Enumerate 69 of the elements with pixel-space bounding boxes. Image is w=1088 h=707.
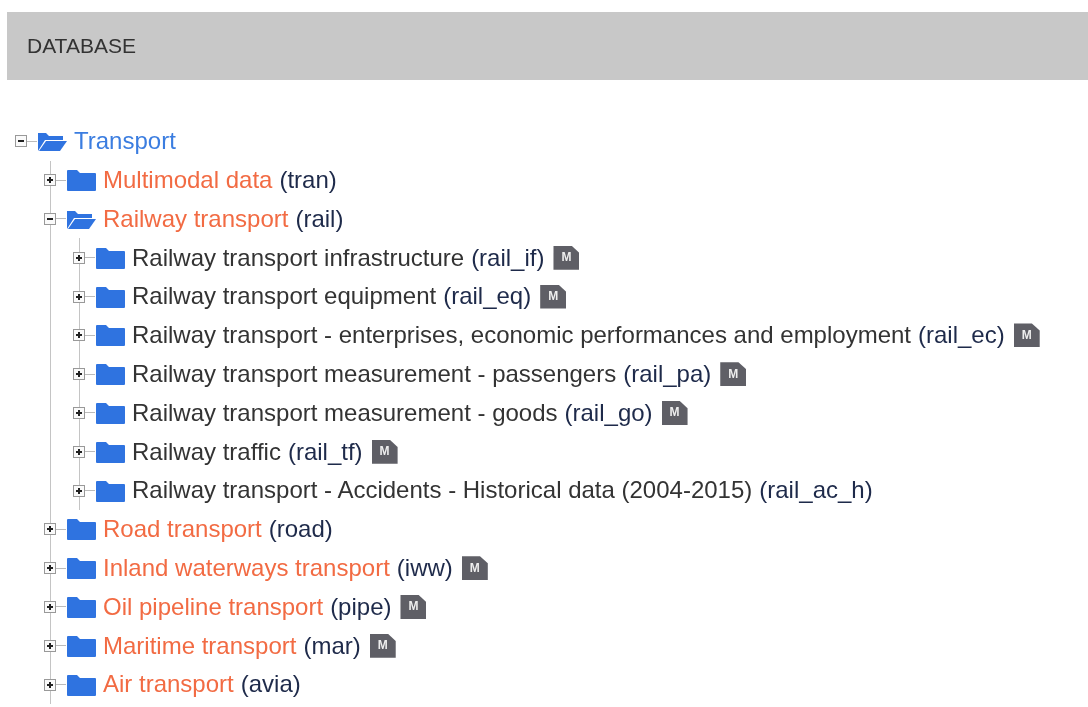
expand-toggle[interactable] — [44, 174, 56, 187]
open-folder-icon — [37, 130, 68, 153]
folder-label[interactable]: Transport — [74, 128, 176, 155]
folder-label[interactable]: Railway transport measurement - passengers — [132, 361, 617, 388]
folder-icon — [95, 246, 126, 269]
expand-toggle[interactable] — [44, 562, 56, 575]
folder-icon — [66, 518, 97, 541]
expand-toggle[interactable] — [73, 445, 85, 458]
metadata-icon[interactable]: M — [369, 633, 396, 658]
folder-icon — [95, 363, 126, 386]
folder-icon — [95, 440, 126, 463]
metadata-icon[interactable]: M — [540, 284, 567, 309]
folder-icon — [66, 169, 97, 192]
folder-icon — [66, 595, 97, 618]
dataset-code: (iww) — [396, 554, 453, 582]
open-folder-icon — [66, 208, 97, 230]
folder-label[interactable]: Oil pipeline transport — [103, 593, 324, 621]
folder-label[interactable]: Railway transport measurement - goods — [132, 399, 558, 427]
expand-toggle[interactable] — [44, 213, 56, 225]
dataset-code: (mar) — [303, 632, 361, 659]
folder-label[interactable]: Inland waterways transport — [103, 554, 390, 582]
metadata-icon[interactable]: M — [661, 400, 688, 425]
folder-icon — [66, 634, 97, 657]
metadata-icon[interactable]: M — [371, 439, 398, 464]
folder-icon — [95, 285, 126, 308]
folder-icon — [95, 324, 126, 347]
metadata-icon[interactable]: M — [1013, 323, 1040, 348]
dataset-code: (rail_if) — [471, 244, 545, 271]
header-title: DATABASE — [27, 34, 136, 58]
folder-label[interactable]: Multimodal data — [103, 167, 273, 194]
folder-label[interactable]: Air transport — [103, 671, 234, 698]
dataset-code: (rail_tf) — [287, 438, 363, 465]
dataset-code: (rail_ec) — [918, 322, 1005, 349]
expand-toggle[interactable] — [73, 251, 85, 264]
folder-label[interactable]: Railway transport — [103, 205, 289, 233]
expand-toggle[interactable] — [73, 290, 85, 303]
dataset-code: (rail_eq) — [443, 283, 532, 310]
dataset-code: (rail_go) — [564, 399, 653, 427]
folder-label[interactable]: Railway traffic — [132, 438, 281, 465]
expand-toggle[interactable] — [73, 329, 85, 342]
metadata-icon[interactable]: M — [720, 362, 747, 387]
dataset-code: (rail_ac_h) — [759, 477, 873, 504]
folder-label[interactable]: Maritime transport — [103, 632, 297, 659]
expand-toggle[interactable] — [15, 135, 27, 148]
metadata-icon[interactable]: M — [553, 245, 580, 270]
metadata-icon[interactable]: M — [461, 556, 488, 581]
expand-toggle[interactable] — [73, 406, 85, 419]
dataset-code: (pipe) — [330, 593, 392, 621]
folder-label[interactable]: Railway transport - enterprises, economic performances and employment — [132, 322, 911, 349]
dataset-code: (rail) — [295, 205, 344, 233]
expand-toggle[interactable] — [73, 368, 85, 381]
folder-icon — [66, 673, 97, 696]
folder-icon — [95, 479, 126, 502]
dataset-code: (avia) — [240, 671, 301, 698]
expand-toggle[interactable] — [44, 523, 56, 536]
dataset-code: (tran) — [279, 167, 337, 194]
folder-icon — [66, 557, 97, 580]
folder-icon — [95, 401, 126, 424]
folder-label[interactable]: Railway transport - Accidents - Historical data (2004-2015) — [132, 477, 753, 504]
expand-toggle[interactable] — [73, 484, 85, 497]
metadata-icon[interactable]: M — [400, 594, 427, 619]
folder-label[interactable]: Railway transport infrastructure — [132, 244, 465, 271]
dataset-code: (road) — [268, 516, 333, 543]
folder-label[interactable]: Railway transport equipment — [132, 283, 437, 310]
expand-toggle[interactable] — [44, 600, 56, 613]
folder-label[interactable]: Road transport — [103, 516, 262, 543]
expand-toggle[interactable] — [44, 678, 56, 691]
dataset-code: (rail_pa) — [623, 361, 712, 388]
expand-toggle[interactable] — [44, 639, 56, 652]
